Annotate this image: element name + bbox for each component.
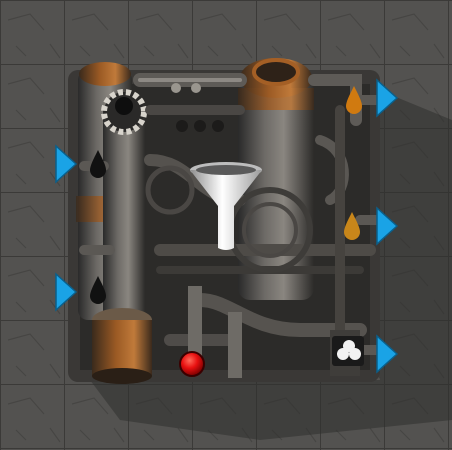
crown-tower — [103, 110, 145, 320]
bottom-drum — [92, 320, 152, 376]
main-tower-band — [238, 88, 314, 110]
girder-left — [188, 286, 202, 360]
status-light-red — [179, 351, 205, 377]
game-scene — [0, 0, 452, 450]
left-tower-cap — [79, 62, 131, 86]
main-tower-cap-ring — [252, 58, 300, 86]
crown-hole — [115, 97, 133, 115]
bottom-drum-bottom — [92, 368, 152, 384]
girder-right — [228, 312, 242, 378]
